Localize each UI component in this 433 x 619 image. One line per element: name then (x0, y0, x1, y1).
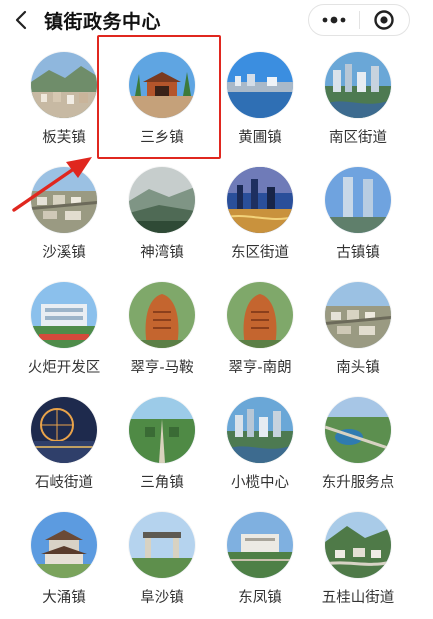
town-item[interactable]: 三乡镇 (114, 52, 210, 148)
town-label: 神湾镇 (140, 245, 184, 261)
town-label: 翠亨-南朗 (228, 360, 292, 376)
town-label: 东升服务点 (321, 475, 395, 491)
town-label: 翠亨-马鞍 (130, 360, 194, 376)
close-button[interactable] (359, 5, 409, 35)
town-item[interactable]: 南头镇 (310, 282, 406, 378)
town-item[interactable]: 五桂山街道 (310, 512, 406, 608)
town-item[interactable]: 黄圃镇 (212, 52, 308, 148)
town-label: 小榄中心 (231, 475, 289, 491)
town-item[interactable]: 板芙镇 (16, 52, 112, 148)
town-photo (129, 282, 195, 348)
town-label: 南区街道 (329, 130, 387, 146)
back-button[interactable] (10, 9, 32, 31)
header-bar: 镇街政务中心 (0, 0, 433, 40)
town-photo (325, 512, 391, 578)
town-photo (31, 512, 97, 578)
town-photo (325, 167, 391, 233)
town-photo (227, 512, 293, 578)
town-item[interactable]: 阜沙镇 (114, 512, 210, 608)
town-photo (325, 397, 391, 463)
town-item[interactable]: 火炬开发区 (16, 282, 112, 378)
town-item[interactable]: 大涌镇 (16, 512, 112, 608)
town-label: 阜沙镇 (140, 590, 184, 606)
town-item[interactable]: 三角镇 (114, 397, 210, 493)
more-button[interactable] (309, 5, 359, 35)
town-photo (325, 282, 391, 348)
town-photo (129, 397, 195, 463)
town-photo (227, 397, 293, 463)
town-item[interactable]: 东凤镇 (212, 512, 308, 608)
town-label: 黄圃镇 (238, 130, 282, 146)
town-photo (227, 52, 293, 118)
town-label: 板芙镇 (42, 130, 86, 146)
town-label: 三角镇 (140, 475, 184, 491)
town-photo (325, 52, 391, 118)
town-photo (129, 52, 195, 118)
town-item[interactable]: 南区街道 (310, 52, 406, 148)
town-photo (129, 512, 195, 578)
town-photo (31, 397, 97, 463)
more-dots-icon (322, 16, 346, 24)
town-item[interactable]: 沙溪镇 (16, 167, 112, 263)
page: 镇街政务中心 板芙镇 三乡镇 黄圃镇 南区街道沙溪镇 神湾镇 东区街道 古镇镇火炬开发区 翠亨… (0, 0, 433, 619)
town-label: 五桂山街道 (321, 590, 395, 606)
mini-program-capsule (308, 4, 410, 36)
town-item[interactable]: 翠亨-马鞍 (114, 282, 210, 378)
town-grid: 板芙镇 三乡镇 黄圃镇 南区街道沙溪镇 神湾镇 东区街道 古镇镇火炬开发区 翠亨-马鞍 翠亨-南… (0, 52, 433, 608)
town-item[interactable]: 古镇镇 (310, 167, 406, 263)
town-item[interactable]: 东升服务点 (310, 397, 406, 493)
town-item[interactable]: 神湾镇 (114, 167, 210, 263)
town-label: 大涌镇 (42, 590, 86, 606)
town-item[interactable]: 小榄中心 (212, 397, 308, 493)
town-item[interactable]: 翠亨-南朗 (212, 282, 308, 378)
town-photo (31, 282, 97, 348)
page-title: 镇街政务中心 (44, 11, 162, 33)
town-label: 三乡镇 (140, 130, 184, 146)
town-label: 石岐街道 (35, 475, 93, 491)
town-photo (227, 167, 293, 233)
target-icon (374, 10, 394, 30)
town-photo (129, 167, 195, 233)
town-item[interactable]: 东区街道 (212, 167, 308, 263)
town-label: 南头镇 (336, 360, 380, 376)
town-photo (227, 282, 293, 348)
town-label: 古镇镇 (336, 245, 380, 261)
town-label: 东区街道 (231, 245, 289, 261)
town-item[interactable]: 石岐街道 (16, 397, 112, 493)
town-label: 沙溪镇 (42, 245, 86, 261)
town-label: 火炬开发区 (27, 360, 101, 376)
town-photo (31, 52, 97, 118)
town-label: 东凤镇 (238, 590, 282, 606)
chevron-left-icon (15, 10, 27, 30)
town-photo (31, 167, 97, 233)
